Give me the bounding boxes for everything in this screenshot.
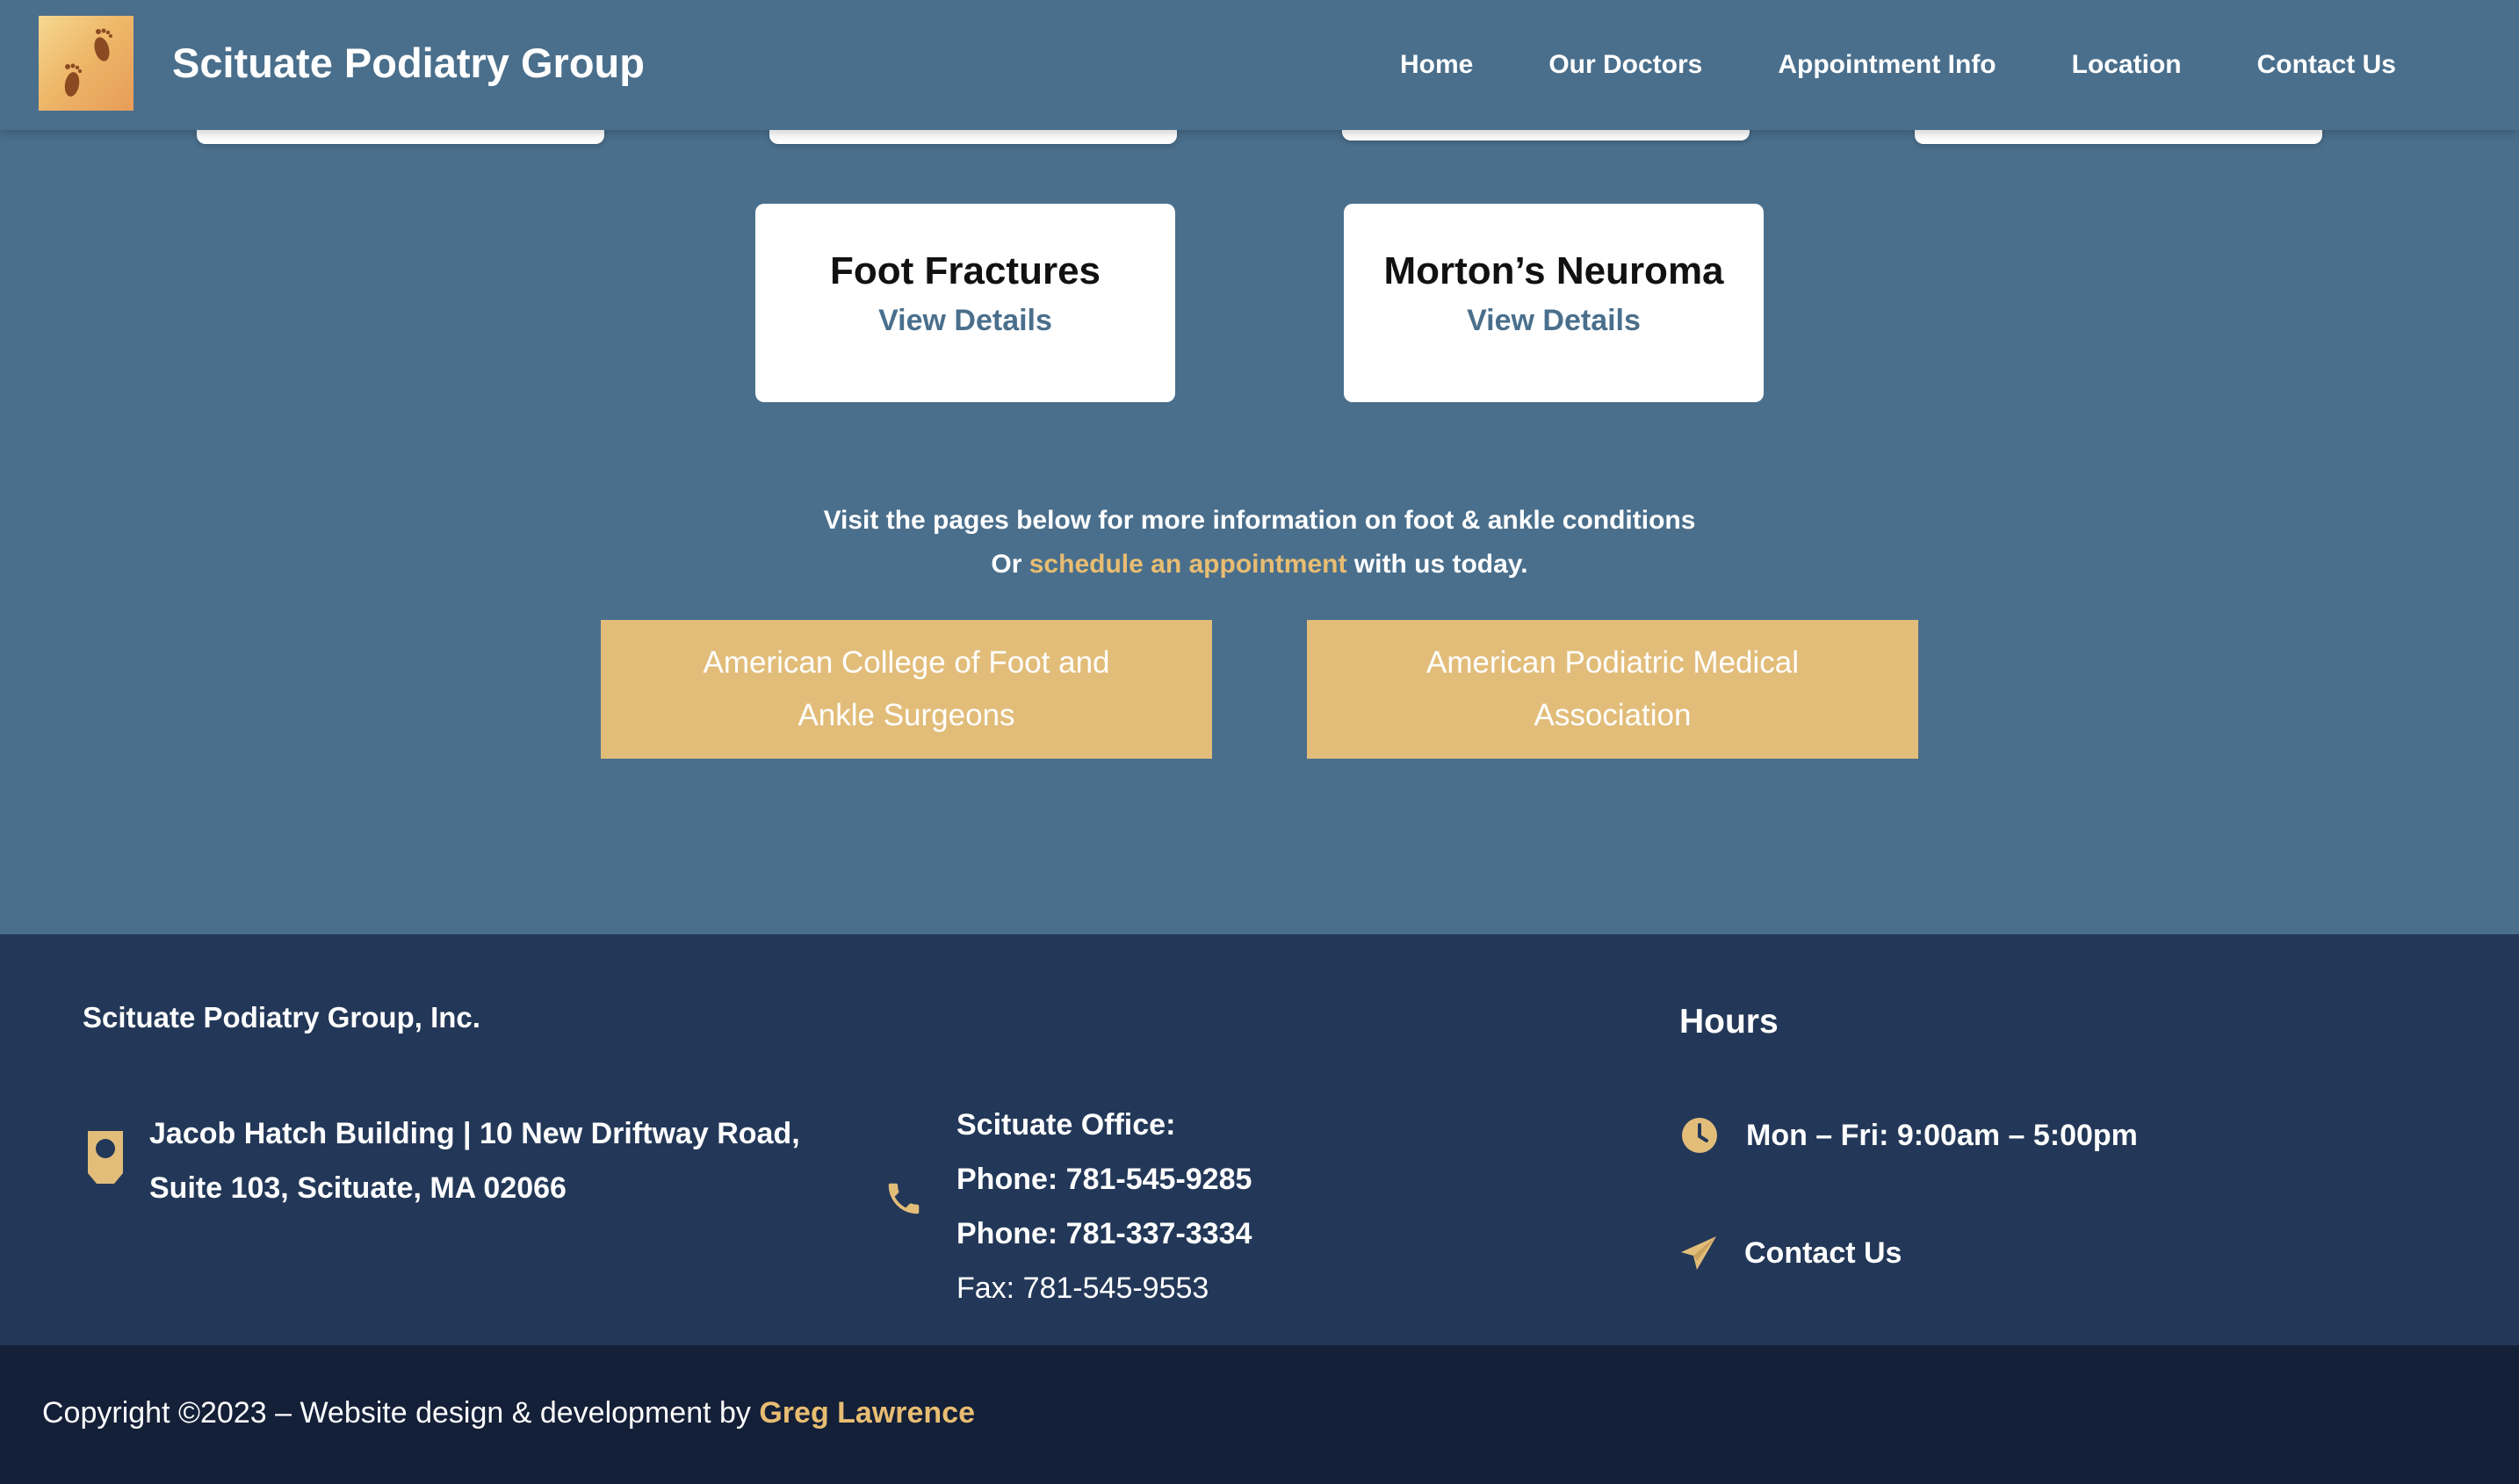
footer-company-name: Scituate Podiatry Group, Inc. xyxy=(83,1001,480,1034)
footer-office-contact: Scituate Office: Phone: 781-545-9285 Pho… xyxy=(956,1098,1252,1315)
intro-text-before: Or xyxy=(991,550,1029,579)
hours-heading: Hours xyxy=(1679,1003,1779,1041)
condition-title: Morton’s Neuroma xyxy=(1383,249,1724,292)
copyright-label: Copyright ©2023 – Website design & devel… xyxy=(42,1396,760,1430)
office-title: Scituate Office: xyxy=(956,1108,1176,1142)
nav-location[interactable]: Location xyxy=(2072,50,2182,80)
copyright-bar: Copyright ©2023 – Website design & devel… xyxy=(0,1345,2519,1484)
footer-address: Jacob Hatch Building | 10 New Driftway R… xyxy=(149,1106,887,1215)
conditions-intro-line2: Or schedule an appointment with us today… xyxy=(0,550,2519,580)
intro-text-after: with us today. xyxy=(1346,550,1528,579)
condition-card-foot-fractures[interactable]: Foot Fractures View Details xyxy=(755,204,1175,402)
site-footer: Scituate Podiatry Group, Inc. Jacob Hatc… xyxy=(0,934,2519,1345)
office-hours: Mon – Fri: 9:00am – 5:00pm xyxy=(1746,1118,2138,1152)
apma-button[interactable]: American Podiatric Medical Association xyxy=(1307,620,1918,759)
site-header: Scituate Podiatry Group Home Our Doctors… xyxy=(0,0,2519,130)
nav-home[interactable]: Home xyxy=(1400,50,1473,80)
main-nav: Home Our Doctors Appointment Info Locati… xyxy=(1400,47,2396,83)
view-details-link[interactable]: View Details xyxy=(755,304,1175,338)
clock-icon xyxy=(1682,1118,1717,1153)
fax-number: Fax: 781-545-9553 xyxy=(956,1271,1209,1305)
nav-appointment-info[interactable]: Appointment Info xyxy=(1778,50,1996,80)
phone-number-2[interactable]: Phone: 781-337-3334 xyxy=(956,1207,1252,1261)
hours-row: Mon – Fri: 9:00am – 5:00pm xyxy=(1681,1115,2138,1156)
acfas-button[interactable]: American College of Foot and Ankle Surge… xyxy=(601,620,1212,759)
intro-text: Visit the pages below for more informati… xyxy=(823,506,1696,535)
map-marker-icon xyxy=(88,1131,123,1184)
site-title[interactable]: Scituate Podiatry Group xyxy=(172,39,645,87)
nav-our-doctors[interactable]: Our Doctors xyxy=(1548,50,1702,80)
condition-title: Foot Fractures xyxy=(829,249,1101,292)
footer-contact-link[interactable]: Contact Us xyxy=(1744,1236,1902,1271)
author-link[interactable]: Greg Lawrence xyxy=(759,1396,975,1430)
footer-contact-row[interactable]: Contact Us xyxy=(1679,1233,1902,1273)
copyright-text: Copyright ©2023 – Website design & devel… xyxy=(42,1396,975,1430)
view-details-link[interactable]: View Details xyxy=(1344,304,1764,338)
condition-card-mortons-neuroma[interactable]: Morton’s Neuroma View Details xyxy=(1344,204,1764,402)
schedule-appointment-link[interactable]: schedule an appointment xyxy=(1029,550,1347,579)
address-line-2: Suite 103, Scituate, MA 02066 xyxy=(149,1171,567,1205)
nav-contact-us[interactable]: Contact Us xyxy=(2257,50,2396,80)
conditions-intro-line1: Visit the pages below for more informati… xyxy=(0,506,2519,536)
footprints-logo[interactable] xyxy=(39,16,134,111)
paper-plane-icon xyxy=(1681,1236,1716,1270)
phone-icon xyxy=(888,1183,920,1214)
phone-number-1[interactable]: Phone: 781-545-9285 xyxy=(956,1152,1252,1207)
address-line-1: Jacob Hatch Building | 10 New Driftway R… xyxy=(149,1117,800,1150)
